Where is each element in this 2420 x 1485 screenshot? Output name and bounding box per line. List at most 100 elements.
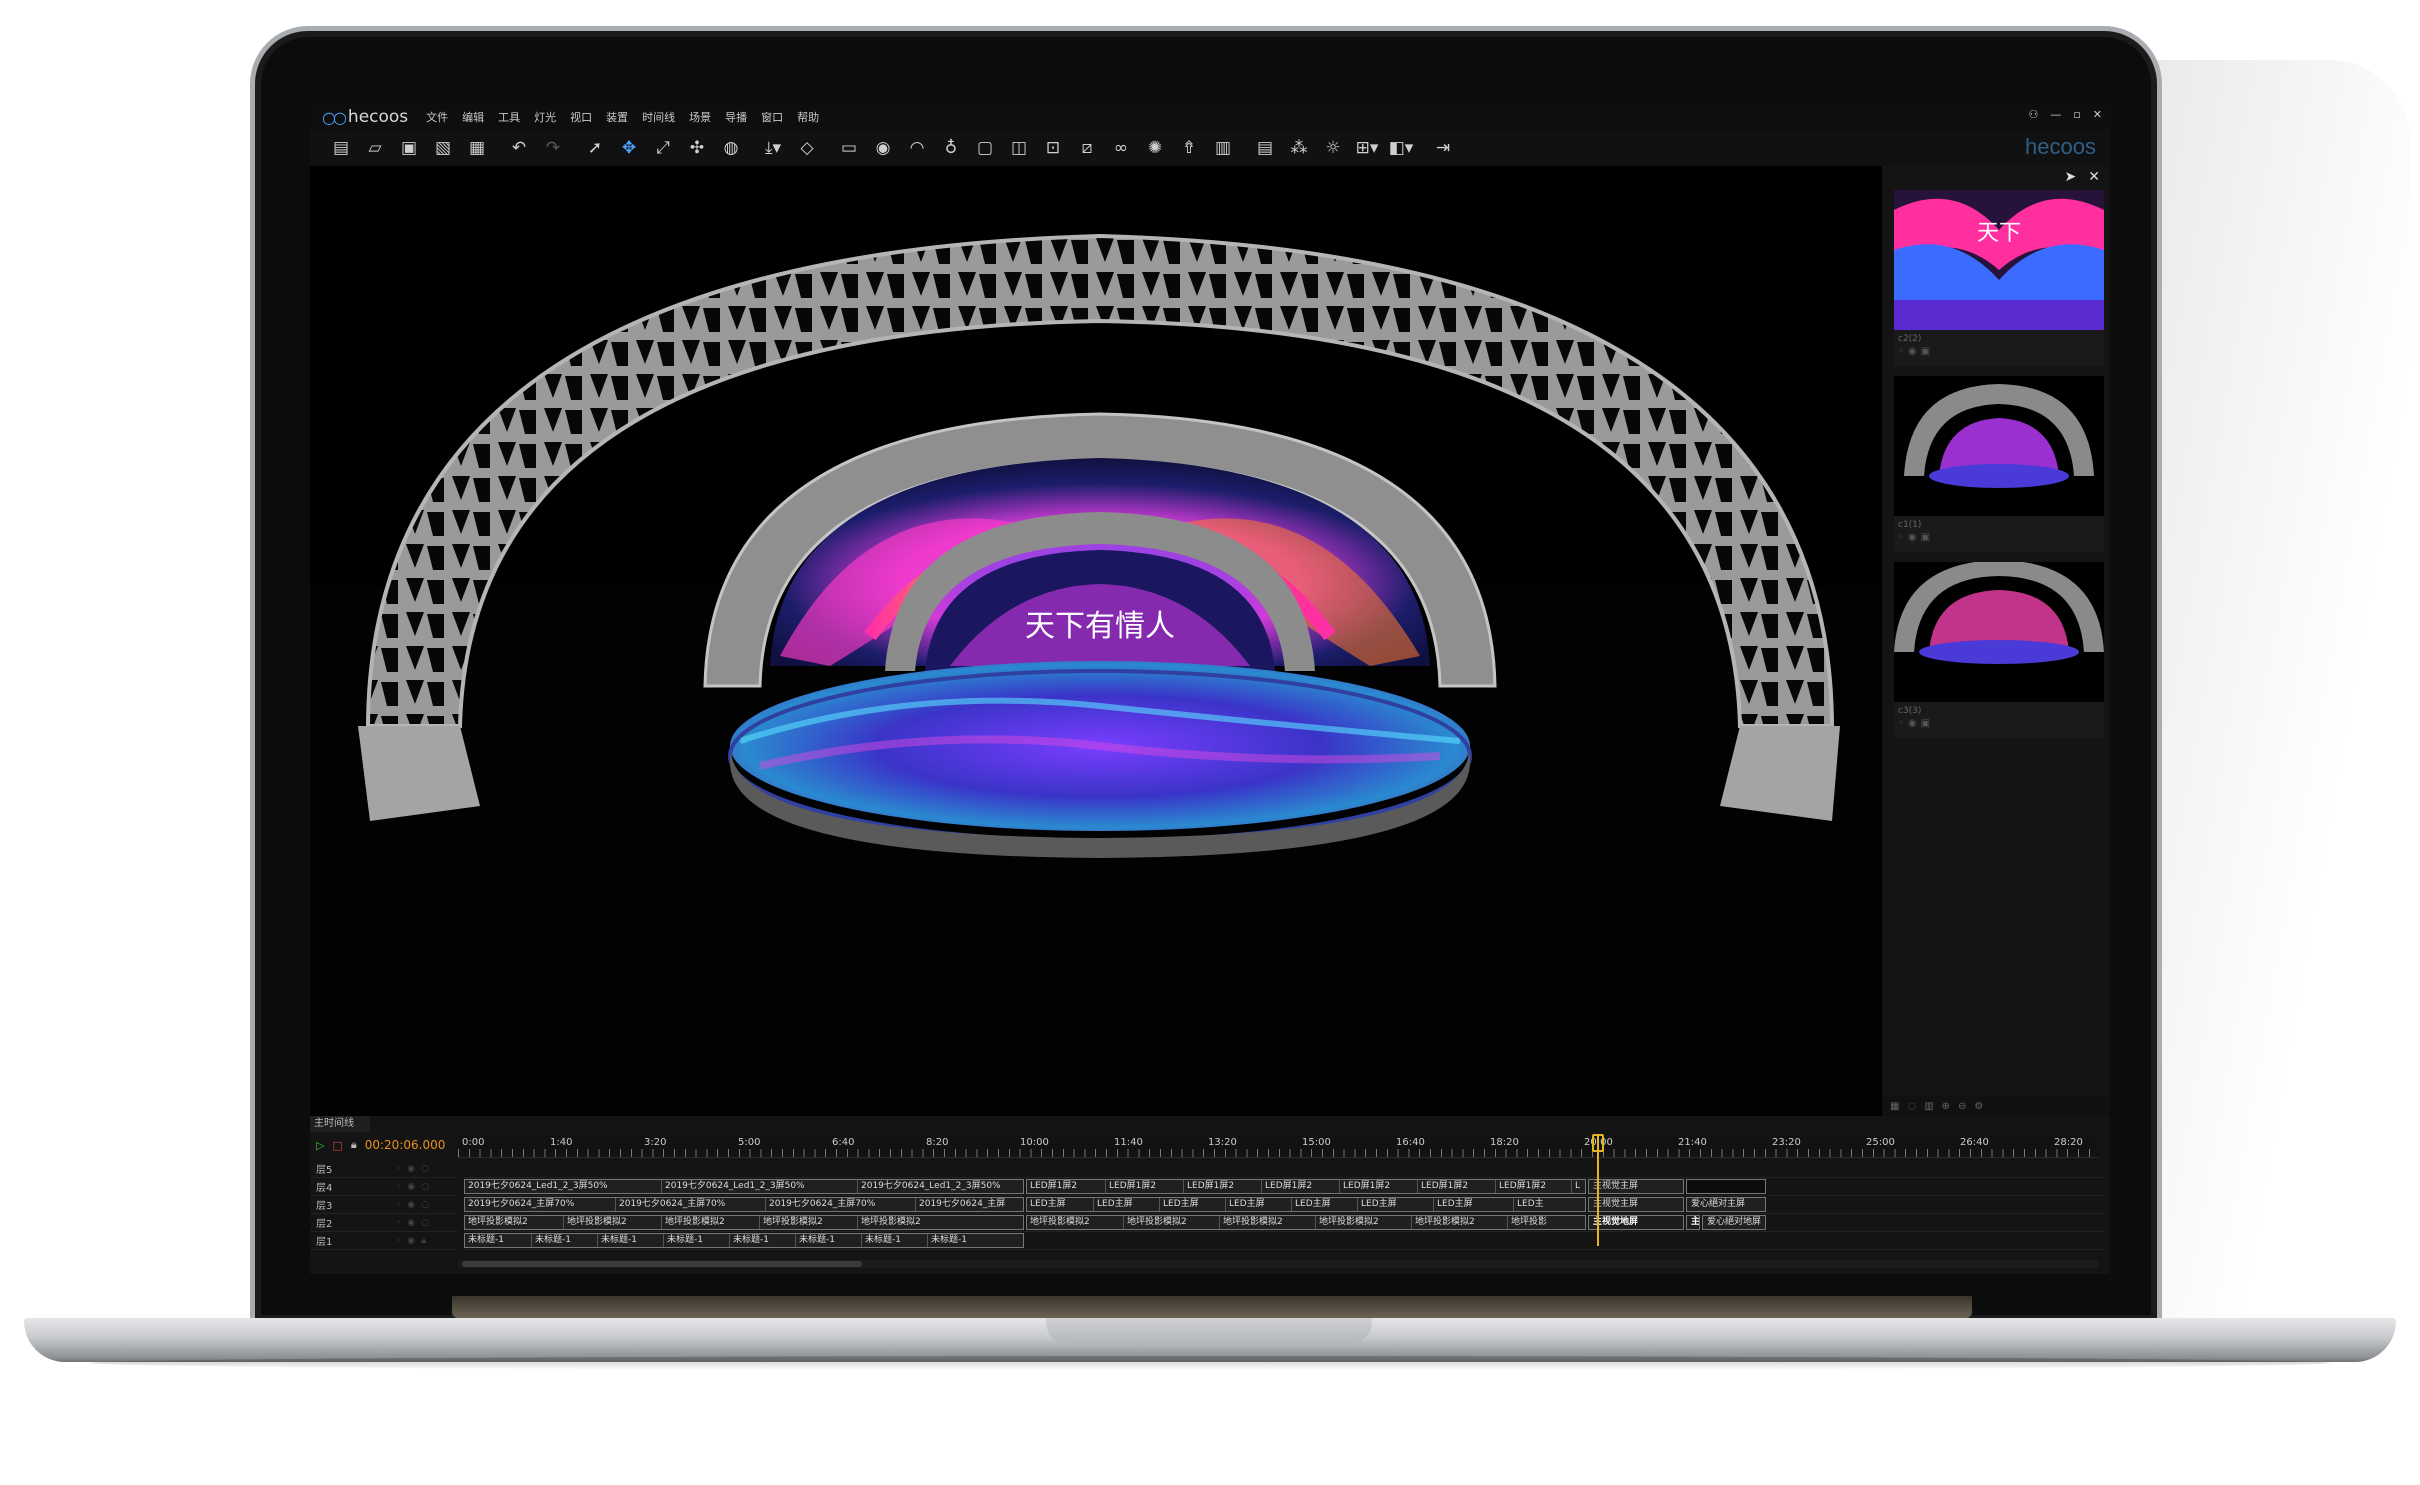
undo-icon[interactable]: ↶: [502, 133, 536, 163]
save-icon[interactable]: ▣: [392, 133, 426, 163]
layer-toggles[interactable]: ◦◉○: [396, 1164, 435, 1174]
camera-tools[interactable]: ◦◉▣: [1898, 532, 2100, 543]
zoom-in-icon[interactable]: ⊕: [1942, 1101, 1950, 1112]
stop-icon[interactable]: □: [332, 1139, 342, 1152]
link-icon[interactable]: ∞: [1104, 133, 1138, 163]
import-icon[interactable]: ⤓▾: [756, 133, 790, 163]
menu-help[interactable]: 帮助: [797, 109, 819, 125]
menu-lights[interactable]: 灯光: [534, 109, 556, 125]
layer-row[interactable]: 层5 ◦◉○: [310, 1160, 458, 1178]
rocket-icon[interactable]: ⇮: [1172, 133, 1206, 163]
timeline-panel: 主时间线 ▷ □ 🔒︎ 00:20:06.000 0:00 1:40 3:20 …: [310, 1116, 2110, 1274]
layer-toggles[interactable]: ◦◉🔒︎: [396, 1236, 432, 1246]
layer-row[interactable]: 层1 ◦◉🔒︎: [310, 1232, 458, 1250]
user-icon[interactable]: ⚇: [2028, 108, 2038, 121]
minimize-button[interactable]: —: [2050, 108, 2061, 121]
clip[interactable]: 主: [1686, 1215, 1700, 1230]
clip[interactable]: 爱心絕对主屏: [1686, 1197, 1766, 1212]
split-view-icon[interactable]: ◧▾: [1384, 133, 1418, 163]
layer-toggles[interactable]: ◦◉○: [396, 1218, 435, 1228]
timeline-scrollbar[interactable]: [458, 1260, 2098, 1268]
fps-icon[interactable]: ▢: [968, 133, 1002, 163]
timeline-scroll-thumb[interactable]: [462, 1261, 862, 1267]
light-icon[interactable]: ♁: [934, 133, 968, 163]
camera-card[interactable]: c3(3) ◦◉▣: [1894, 562, 2104, 738]
menu-timeline[interactable]: 时间线: [642, 109, 675, 125]
camera-tools[interactable]: ◦◉▣: [1898, 346, 2100, 357]
clip[interactable]: 主视觉主屏: [1588, 1197, 1684, 1212]
3d-viewport[interactable]: 天下有情人: [310, 166, 1880, 1116]
layer-row[interactable]: 层3 ◦◉○: [310, 1196, 458, 1214]
playhead[interactable]: [1597, 1134, 1599, 1246]
move-icon[interactable]: ✥: [612, 133, 646, 163]
snapshot-icon[interactable]: ◫: [1002, 133, 1036, 163]
camera-view-icon[interactable]: ◠: [900, 133, 934, 163]
settings-icon[interactable]: ⚙: [1974, 1101, 1983, 1112]
cube-icon[interactable]: ◇: [790, 133, 824, 163]
clip[interactable]: 地坪投影模拟2 地坪投影模拟2 地坪投影模拟2 地坪投影模拟2 地坪投影模拟2 …: [1026, 1215, 1586, 1230]
menu-file[interactable]: 文件: [426, 109, 448, 125]
zoom-out-icon[interactable]: ⊖: [1958, 1101, 1966, 1112]
close-panel-icon[interactable]: ✕: [2088, 169, 2100, 185]
open-folder-icon[interactable]: ▱: [358, 133, 392, 163]
camera-tools[interactable]: ◦◉▣: [1898, 718, 2100, 729]
clip[interactable]: [1686, 1179, 1766, 1194]
clip[interactable]: 主视觉地屏: [1588, 1215, 1684, 1230]
clip[interactable]: 2019七夕0624_Led1_2_3屏50% 2019七夕0624_Led1_…: [464, 1179, 1024, 1194]
new-file-icon[interactable]: ▤: [324, 133, 358, 163]
scale-icon[interactable]: ⤢: [646, 133, 680, 163]
weather-icon[interactable]: ☼: [1316, 133, 1350, 163]
clip[interactable]: 地坪投影模拟2 地坪投影模拟2 地坪投影模拟2 地坪投影模拟2 地坪投影模拟2: [464, 1215, 1024, 1230]
ruler-icon[interactable]: ⧄: [1070, 133, 1104, 163]
play-icon[interactable]: ▷: [316, 1139, 324, 1152]
menu-edit[interactable]: 编辑: [462, 109, 484, 125]
package-icon[interactable]: ▦: [460, 133, 494, 163]
clip[interactable]: 未标题-1 未标题-1 未标题-1 未标题-1 未标题-1 未标题-1 未标题-…: [464, 1233, 1024, 1248]
send-icon[interactable]: ➤: [2065, 169, 2077, 185]
clip[interactable]: 主视觉主屏: [1588, 1179, 1684, 1194]
camera-list-icon[interactable]: ▦: [1890, 1101, 1899, 1112]
layer-row[interactable]: 层4 ◦◉○: [310, 1178, 458, 1196]
menu-viewport[interactable]: 视口: [570, 109, 592, 125]
layout-icon[interactable]: ▤: [1248, 133, 1282, 163]
redo-icon[interactable]: ↷: [536, 133, 570, 163]
menu-window[interactable]: 窗口: [761, 109, 783, 125]
clip[interactable]: LED屏1屏2 LED屏1屏2 LED屏1屏2 LED屏1屏2 LED屏1屏2 …: [1026, 1179, 1586, 1194]
clip-label: 地坪投影模拟2: [759, 1216, 823, 1229]
camera-card[interactable]: c1(1) ◦◉▣: [1894, 376, 2104, 552]
camera-thumbnail[interactable]: 天下: [1894, 190, 2104, 330]
camera-thumbnail[interactable]: [1894, 376, 2104, 516]
camera-thumbnail[interactable]: [1894, 562, 2104, 702]
exit-icon[interactable]: ⇥: [1426, 133, 1460, 163]
multi-view-icon[interactable]: ⊞▾: [1350, 133, 1384, 163]
time-ruler[interactable]: 0:00 1:40 3:20 5:00 6:40 8:20 10:00 11:4…: [458, 1134, 2098, 1158]
menu-tools[interactable]: 工具: [498, 109, 520, 125]
save-as-icon[interactable]: ▧: [426, 133, 460, 163]
restore-button[interactable]: ▫: [2073, 108, 2080, 121]
clip[interactable]: 2019七夕0624_主屏70% 2019七夕0624_主屏70% 2019七夕…: [464, 1197, 1024, 1212]
menu-director[interactable]: 导播: [725, 109, 747, 125]
text-icon[interactable]: ▭: [832, 133, 866, 163]
clip[interactable]: 爱心絕对地屏: [1702, 1215, 1766, 1230]
menu-devices[interactable]: 装置: [606, 109, 628, 125]
layer-toggles[interactable]: ◦◉○: [396, 1182, 435, 1192]
lock-icon[interactable]: 🔒︎: [351, 1138, 357, 1152]
layer-row[interactable]: 层2 ◦◉○: [310, 1214, 458, 1232]
tick-label: 1:40: [550, 1137, 573, 1148]
grid-icon[interactable]: ▥: [1206, 133, 1240, 163]
focus-icon[interactable]: ⊡: [1036, 133, 1070, 163]
network-icon[interactable]: ⁂: [1282, 133, 1316, 163]
layer-toggles[interactable]: ◦◉○: [396, 1200, 435, 1210]
camera-card[interactable]: 天下 c2(2) ◦◉▣: [1894, 190, 2104, 366]
clip[interactable]: LED主屏 LED主屏 LED主屏 LED主屏 LED主屏 LED主屏 LED主…: [1026, 1197, 1586, 1212]
trash-icon[interactable]: ▥: [1924, 1101, 1933, 1112]
timeline-tab[interactable]: 主时间线: [310, 1116, 370, 1132]
eye-icon[interactable]: ◉: [866, 133, 900, 163]
select-icon[interactable]: ➚: [578, 133, 612, 163]
close-button[interactable]: ✕: [2093, 108, 2102, 121]
menu-scene[interactable]: 场景: [689, 109, 711, 125]
lock-icon[interactable]: ◌: [1907, 1101, 1916, 1112]
sun-icon[interactable]: ✺: [1138, 133, 1172, 163]
rotate-icon[interactable]: ✣: [680, 133, 714, 163]
globe-icon[interactable]: ◍: [714, 133, 748, 163]
